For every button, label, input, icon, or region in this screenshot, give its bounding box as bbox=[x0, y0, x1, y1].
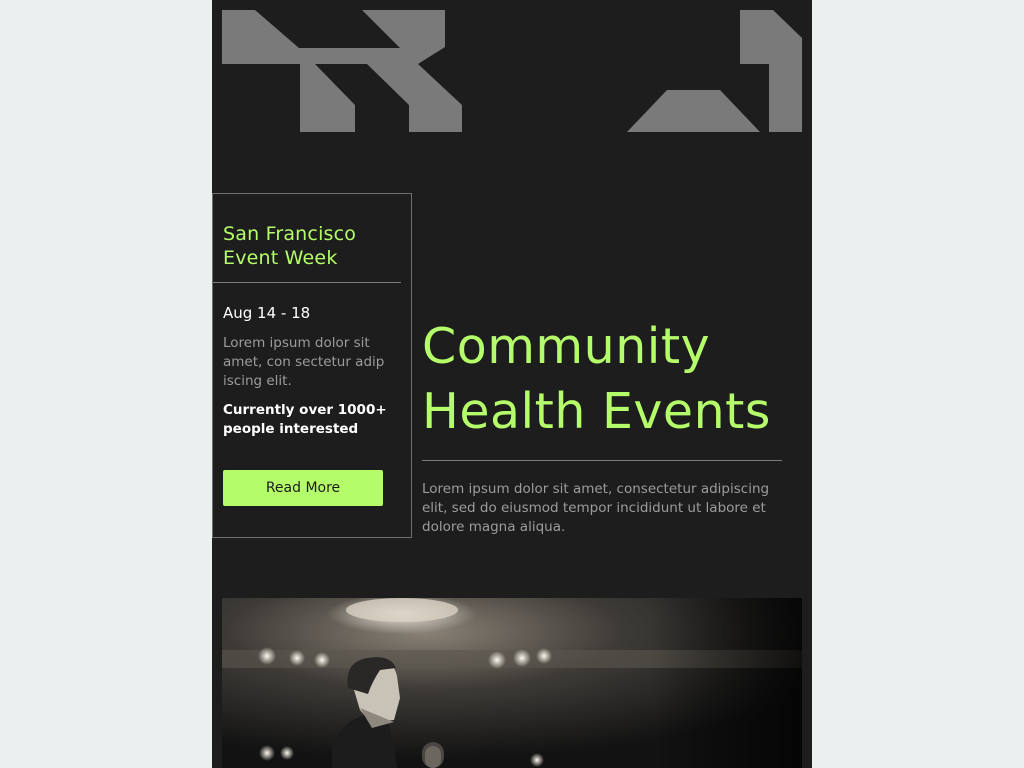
logo-shape-2 bbox=[627, 90, 760, 132]
hero-divider bbox=[422, 460, 782, 461]
read-more-button[interactable]: Read More bbox=[223, 470, 383, 506]
event-card-title: San Francisco Event Week bbox=[223, 223, 357, 269]
logo-shape-1 bbox=[222, 10, 462, 132]
brand-logo bbox=[222, 10, 802, 132]
event-card: San Francisco Event Week Aug 14 - 18 Lor… bbox=[212, 193, 412, 538]
hero-description: Lorem ipsum dolor sit amet, consectetur … bbox=[422, 481, 770, 535]
interest-count: Currently over 1000+ people interested bbox=[223, 402, 387, 437]
event-card-divider bbox=[213, 282, 401, 283]
event-dates: Aug 14 - 18 bbox=[223, 304, 311, 322]
event-card-description: Lorem ipsum dolor sit amet, con sectetur… bbox=[223, 335, 385, 389]
hero-title: Community Health Events bbox=[422, 318, 771, 440]
speaker-photo bbox=[222, 598, 802, 768]
stage-curtain bbox=[652, 598, 802, 768]
chandelier bbox=[346, 598, 458, 622]
email-container: San Francisco Event Week Aug 14 - 18 Lor… bbox=[212, 0, 812, 768]
logo-shape-3 bbox=[740, 10, 802, 132]
microphone-icon bbox=[422, 742, 444, 768]
